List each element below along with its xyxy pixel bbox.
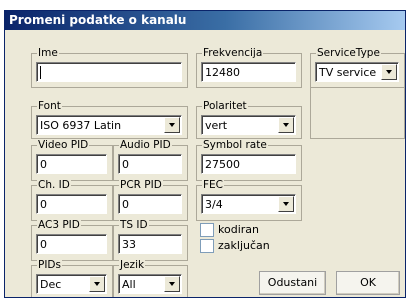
video-pid-input[interactable]: 0 <box>36 154 107 174</box>
ime-label: Ime <box>37 47 59 59</box>
ac3-pid-value: 0 <box>40 238 47 251</box>
font-label: Font <box>37 100 62 112</box>
polaritet-select[interactable]: vert <box>201 115 296 135</box>
chevron-down-icon[interactable] <box>89 276 105 292</box>
chevron-down-icon[interactable] <box>381 64 397 80</box>
pcr-pid-group: PCR PID 0 <box>113 179 188 221</box>
chevron-down-icon[interactable] <box>164 117 180 133</box>
ch-id-group: Ch. ID 0 <box>31 179 113 221</box>
font-value: ISO 6937 Latin <box>40 119 122 132</box>
video-pid-label: Video PID <box>37 139 90 151</box>
text-caret <box>40 66 41 79</box>
chevron-down-icon[interactable] <box>278 117 294 133</box>
ch-id-label: Ch. ID <box>37 179 71 191</box>
pcr-pid-value: 0 <box>122 198 129 211</box>
ts-id-label: TS ID <box>119 219 149 231</box>
ch-id-value: 0 <box>40 198 47 211</box>
kodiran-checkbox[interactable]: kodiran <box>200 223 280 237</box>
cancel-button[interactable]: Odustani <box>259 271 326 295</box>
checkbox-box[interactable] <box>200 223 214 237</box>
symbol-rate-label: Symbol rate <box>202 139 268 151</box>
title-bar[interactable]: Promeni podatke o kanalu <box>5 11 405 30</box>
zakljucan-label: zaključan <box>218 239 270 252</box>
fec-group: FEC 3/4 <box>196 179 302 221</box>
kodiran-label: kodiran <box>218 223 259 236</box>
ts-id-input[interactable]: 33 <box>118 234 182 254</box>
pcr-pid-label: PCR PID <box>119 179 163 191</box>
service-type-select[interactable]: TV service <box>315 62 399 82</box>
audio-pid-label: Audio PID <box>119 139 172 151</box>
pids-select[interactable]: Dec <box>36 274 107 294</box>
pids-value: Dec <box>40 278 62 291</box>
ime-group: Ime <box>31 47 188 88</box>
ac3-pid-input[interactable]: 0 <box>36 234 107 254</box>
polaritet-label: Polaritet <box>202 100 248 112</box>
fec-label: FEC <box>202 179 225 191</box>
ime-input[interactable] <box>36 62 182 82</box>
video-pid-value: 0 <box>40 158 47 171</box>
ts-id-group: TS ID 33 <box>113 219 188 261</box>
ch-id-input[interactable]: 0 <box>36 194 107 214</box>
frekvencija-label: Frekvencija <box>202 47 264 59</box>
frekvencija-input[interactable]: 12480 <box>201 62 296 82</box>
dialog-window: Promeni podatke o kanalu Ime Frekvencija… <box>4 10 406 298</box>
video-pid-group: Video PID 0 <box>31 139 113 181</box>
ok-button[interactable]: OK <box>336 271 400 295</box>
symbol-rate-group: Symbol rate 27500 <box>196 139 302 181</box>
jezik-value: All <box>122 278 136 291</box>
checkbox-box[interactable] <box>200 239 214 253</box>
ac3-pid-label: AC3 PID <box>37 219 81 231</box>
frekvencija-group: Frekvencija 12480 <box>196 47 302 88</box>
jezik-label: Jezik <box>119 259 146 271</box>
chevron-down-icon[interactable] <box>278 196 294 212</box>
fec-value: 3/4 <box>205 198 223 211</box>
pcr-pid-input[interactable]: 0 <box>118 194 182 214</box>
polaritet-group: Polaritet vert <box>196 100 302 139</box>
dialog-title: Promeni podatke o kanalu <box>9 13 187 27</box>
fec-select[interactable]: 3/4 <box>201 194 296 214</box>
symbol-rate-input[interactable]: 27500 <box>201 154 296 174</box>
service-type-extension <box>310 88 405 139</box>
service-type-value: TV service <box>319 66 377 79</box>
service-type-label: ServiceType <box>316 47 381 59</box>
pids-group: PIDs Dec <box>31 259 113 297</box>
audio-pid-value: 0 <box>122 158 129 171</box>
symbol-rate-value: 27500 <box>205 158 240 171</box>
audio-pid-group: Audio PID 0 <box>113 139 188 181</box>
service-type-group: ServiceType TV service <box>310 47 405 88</box>
jezik-select[interactable]: All <box>118 274 182 294</box>
jezik-group: Jezik All <box>113 259 188 297</box>
font-select[interactable]: ISO 6937 Latin <box>36 115 182 135</box>
ac3-pid-group: AC3 PID 0 <box>31 219 113 261</box>
ts-id-value: 33 <box>122 238 136 251</box>
pids-label: PIDs <box>37 259 62 271</box>
zakljucan-checkbox[interactable]: zaključan <box>200 239 280 253</box>
polaritet-value: vert <box>205 119 228 132</box>
chevron-down-icon[interactable] <box>164 276 180 292</box>
audio-pid-input[interactable]: 0 <box>118 154 182 174</box>
font-group: Font ISO 6937 Latin <box>31 100 188 139</box>
frekvencija-value: 12480 <box>205 66 240 79</box>
